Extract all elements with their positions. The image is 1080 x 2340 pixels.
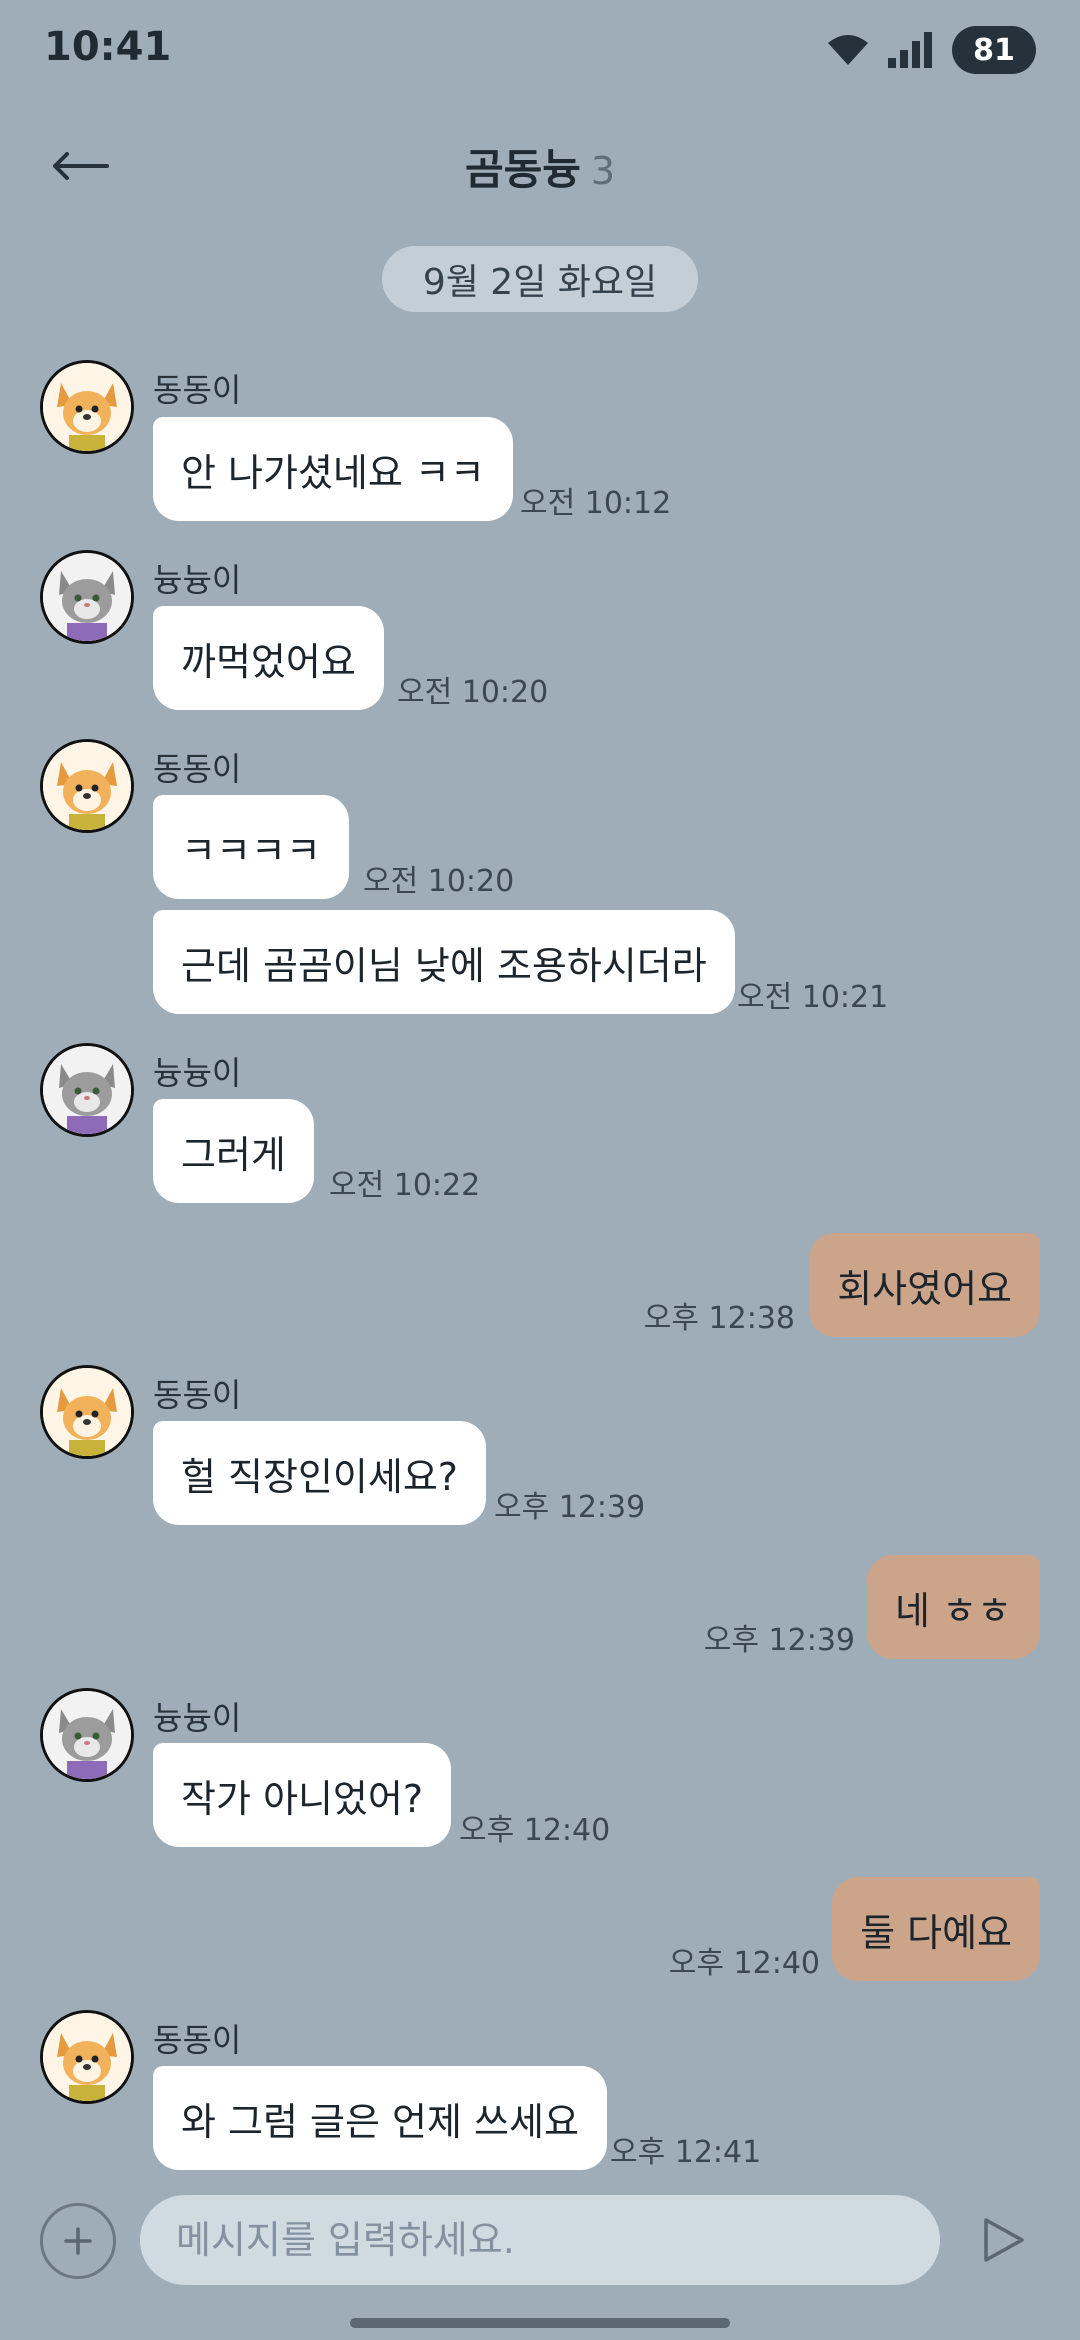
chat-title[interactable]: 곰동늉 xyxy=(465,145,581,194)
home-indicator xyxy=(350,2318,730,2328)
message-time: 오전 10:20 xyxy=(363,864,515,899)
date-divider: 9월 2일 화요일 xyxy=(382,246,698,312)
message-time: 오후 12:40 xyxy=(668,1946,820,1981)
message-bubble[interactable]: 작가 아니었어? xyxy=(153,1743,452,1847)
send-icon xyxy=(984,2218,1024,2262)
title-wrap: 곰동늉 3 xyxy=(0,136,1080,197)
message-time: 오전 10:21 xyxy=(737,980,889,1015)
message-time: 오전 10:20 xyxy=(397,675,549,710)
chat-screen: 10:41 81 곰동늉 3 9월 2일 화요일 동동이 안 나가셨네요 ㅋㅋ … xyxy=(0,0,1080,2340)
sender-name: 동동이 xyxy=(153,2021,242,2059)
cat-icon xyxy=(43,1046,131,1134)
message-time: 오후 12:38 xyxy=(643,1301,795,1336)
sender-name: 늉늉이 xyxy=(153,1699,242,1737)
sender-name: 동동이 xyxy=(153,1376,242,1414)
dog-avatar[interactable] xyxy=(40,2010,134,2104)
message-time: 오후 12:40 xyxy=(459,1813,611,1848)
cat-avatar[interactable] xyxy=(40,550,134,644)
dog-icon xyxy=(43,742,131,830)
message-bubble[interactable]: 와 그럼 글은 언제 쓰세요 xyxy=(153,2066,607,2170)
message-bubble[interactable]: 네 ㅎㅎ xyxy=(867,1555,1040,1659)
dog-icon xyxy=(43,1368,131,1456)
status-time: 10:41 xyxy=(44,24,172,70)
sender-name: 동동이 xyxy=(153,371,242,409)
message-time: 오후 12:39 xyxy=(703,1623,855,1658)
battery-icon: 81 xyxy=(952,26,1036,74)
battery-level: 81 xyxy=(973,32,1015,68)
sender-name: 늉늉이 xyxy=(153,561,242,599)
sender-name: 늉늉이 xyxy=(153,1054,242,1092)
message-input-bar xyxy=(0,2190,1080,2300)
cat-icon xyxy=(43,1691,131,1779)
message-bubble[interactable]: 회사였어요 xyxy=(809,1233,1040,1337)
signal-icon xyxy=(888,32,932,68)
message-input[interactable] xyxy=(140,2195,940,2285)
message-bubble[interactable]: 그러게 xyxy=(153,1099,314,1203)
status-bar: 10:41 81 xyxy=(0,0,1080,100)
message-time: 오후 12:39 xyxy=(494,1490,646,1525)
cat-icon xyxy=(43,553,131,641)
add-attachment-button[interactable] xyxy=(40,2203,116,2279)
message-bubble[interactable]: 근데 곰곰이님 낮에 조용하시더라 xyxy=(153,910,735,1014)
cat-avatar[interactable] xyxy=(40,1688,134,1782)
message-bubble[interactable]: 둘 다예요 xyxy=(832,1877,1040,1981)
member-count: 3 xyxy=(590,149,616,193)
message-time: 오후 12:41 xyxy=(610,2135,762,2170)
message-time: 오전 10:22 xyxy=(329,1168,481,1203)
send-button[interactable] xyxy=(972,2208,1036,2272)
dog-icon xyxy=(43,2013,131,2101)
sender-name: 동동이 xyxy=(153,750,242,788)
dog-icon xyxy=(43,363,131,451)
chat-header: 곰동늉 3 xyxy=(0,110,1080,220)
message-bubble[interactable]: 안 나가셨네요 ㅋㅋ xyxy=(153,417,513,521)
message-bubble[interactable]: 까먹었어요 xyxy=(153,606,384,710)
dog-avatar[interactable] xyxy=(40,739,134,833)
message-bubble[interactable]: ㅋㅋㅋㅋ xyxy=(153,795,349,899)
status-icons: 81 xyxy=(826,26,1036,74)
cat-avatar[interactable] xyxy=(40,1043,134,1137)
message-time: 오전 10:12 xyxy=(520,486,672,521)
dog-avatar[interactable] xyxy=(40,360,134,454)
wifi-icon xyxy=(828,35,868,65)
plus-icon xyxy=(64,2227,92,2255)
message-bubble[interactable]: 헐 직장인이세요? xyxy=(153,1421,486,1525)
dog-avatar[interactable] xyxy=(40,1365,134,1459)
